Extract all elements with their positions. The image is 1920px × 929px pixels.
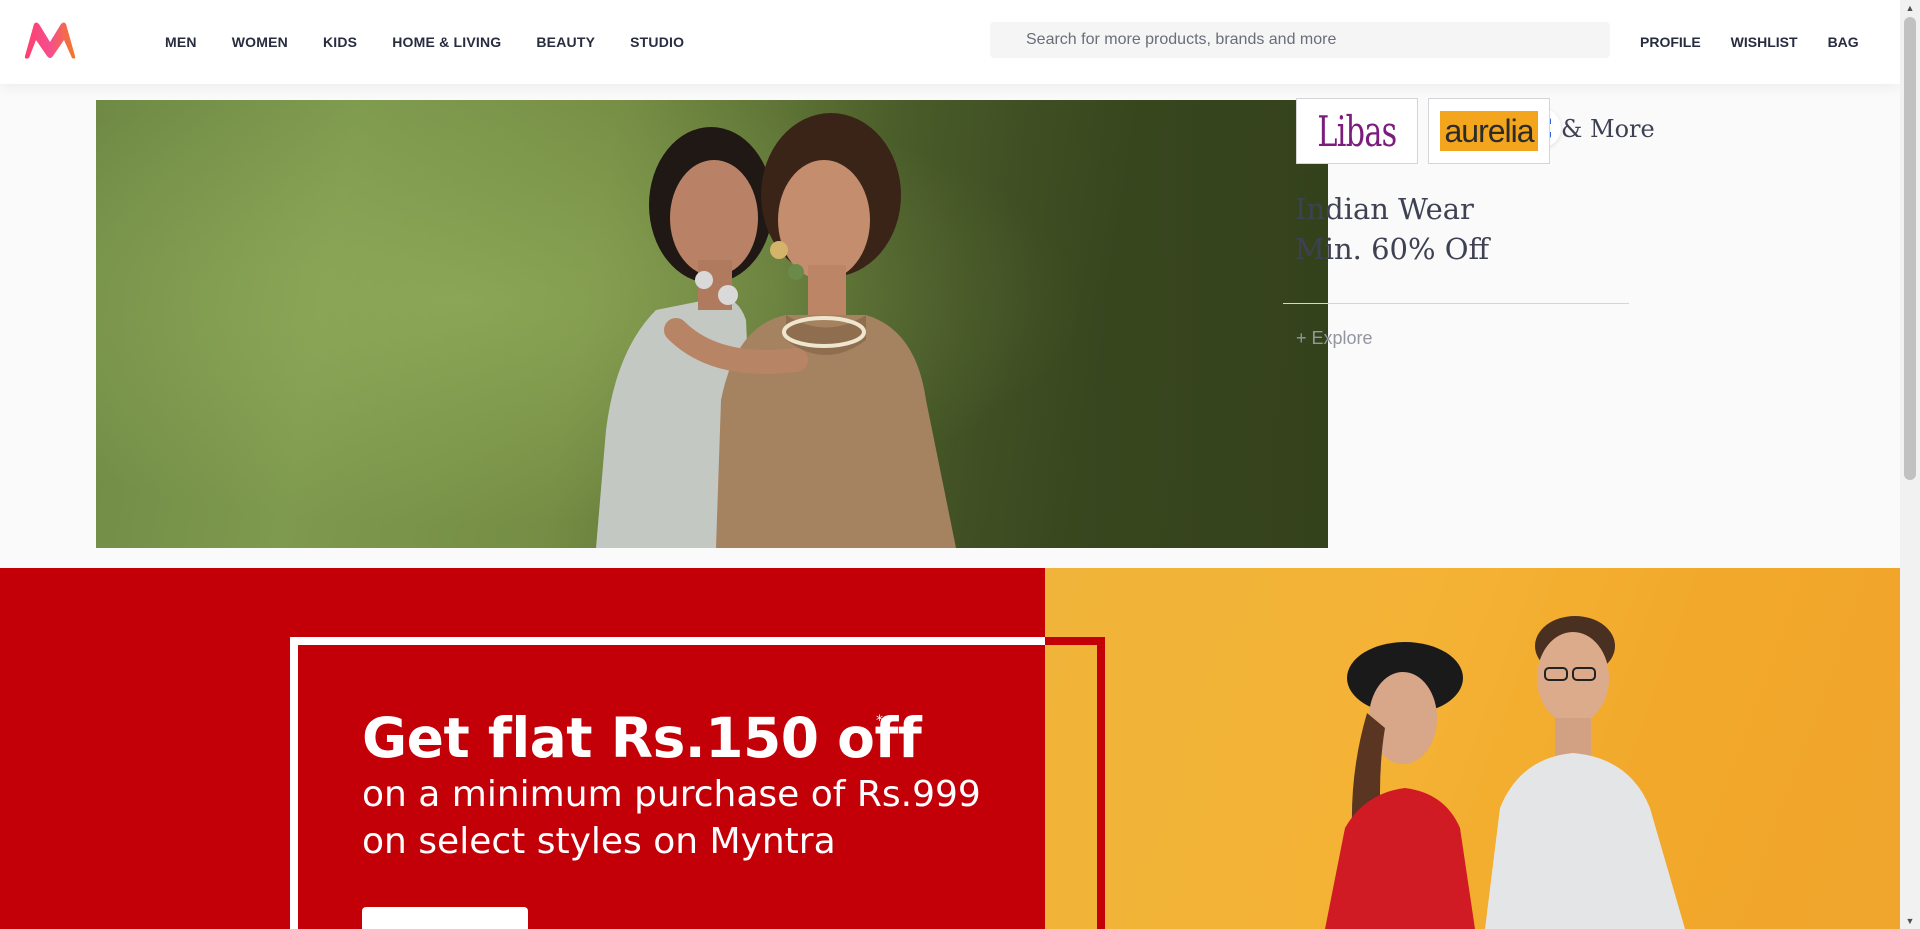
nav-home-living[interactable]: HOME & LIVING (392, 34, 501, 50)
profile-link[interactable]: PROFILE (1640, 34, 1701, 50)
search-input[interactable] (1026, 22, 1610, 58)
nav-men[interactable]: MEN (165, 34, 197, 50)
nav-kids[interactable]: KIDS (323, 34, 357, 50)
models-illustration (96, 100, 1328, 548)
brand-logo-aurelia[interactable]: aurelia (1428, 98, 1550, 164)
banner-photo-two-models[interactable] (96, 100, 1328, 548)
promo-frame-left (290, 637, 298, 929)
user-actions: PROFILE WISHLIST BAG (1640, 0, 1889, 84)
promo-code-card (362, 907, 528, 929)
nav-studio[interactable]: STUDIO (630, 34, 684, 50)
promo-asterisk: * (876, 713, 883, 729)
aurelia-wordmark: aurelia (1444, 112, 1534, 149)
myntra-logo[interactable] (22, 20, 78, 60)
nav-women[interactable]: WOMEN (232, 34, 288, 50)
promo-frame-right (1097, 637, 1105, 929)
wishlist-link[interactable]: WISHLIST (1731, 34, 1798, 50)
search-icon[interactable] (990, 22, 1026, 58)
couple-illustration (1325, 616, 1685, 929)
brand-logo-libas[interactable]: Libas (1296, 98, 1418, 164)
main-nav: MEN WOMEN KIDS HOME & LIVING BEAUTY STUD… (165, 0, 719, 84)
promo-photo-couple (1045, 568, 1900, 929)
promo-min-purchase: on a minimum purchase of Rs.999 (362, 774, 981, 815)
page-scrollbar[interactable]: ▲ ▼ (1900, 0, 1920, 929)
bag-link[interactable]: BAG (1828, 34, 1859, 50)
offer-discount: Min. 60% Off (1295, 232, 1490, 266)
indian-wear-banner[interactable] (96, 100, 1804, 548)
promo-frame-top-red (1045, 637, 1105, 645)
promo-select-styles: on select styles on Myntra (362, 821, 836, 862)
arrow-down-icon[interactable]: ▼ (1900, 913, 1920, 929)
aurelia-badge: aurelia (1440, 111, 1538, 151)
divider (1283, 303, 1629, 304)
more-brands-text: & More (1561, 115, 1655, 143)
offer-panel (1328, 100, 1804, 548)
scrollbar-thumb[interactable] (1904, 17, 1916, 480)
promo-headline: Get flat Rs.150 off (362, 706, 922, 770)
offer-category: Indian Wear (1295, 192, 1474, 226)
page: MEN WOMEN KIDS HOME & LIVING BEAUTY STUD… (0, 0, 1920, 929)
flat-discount-banner[interactable]: Get flat Rs.150 off * on a minimum purch… (0, 568, 1900, 929)
libas-wordmark: Libas (1317, 106, 1397, 156)
arrow-up-icon[interactable]: ▲ (1900, 0, 1920, 16)
explore-link[interactable]: + Explore (1296, 328, 1373, 349)
search-bar (990, 22, 1610, 58)
promo-frame-top (290, 637, 1045, 645)
top-header: MEN WOMEN KIDS HOME & LIVING BEAUTY STUD… (0, 0, 1900, 84)
nav-beauty[interactable]: BEAUTY (536, 34, 595, 50)
